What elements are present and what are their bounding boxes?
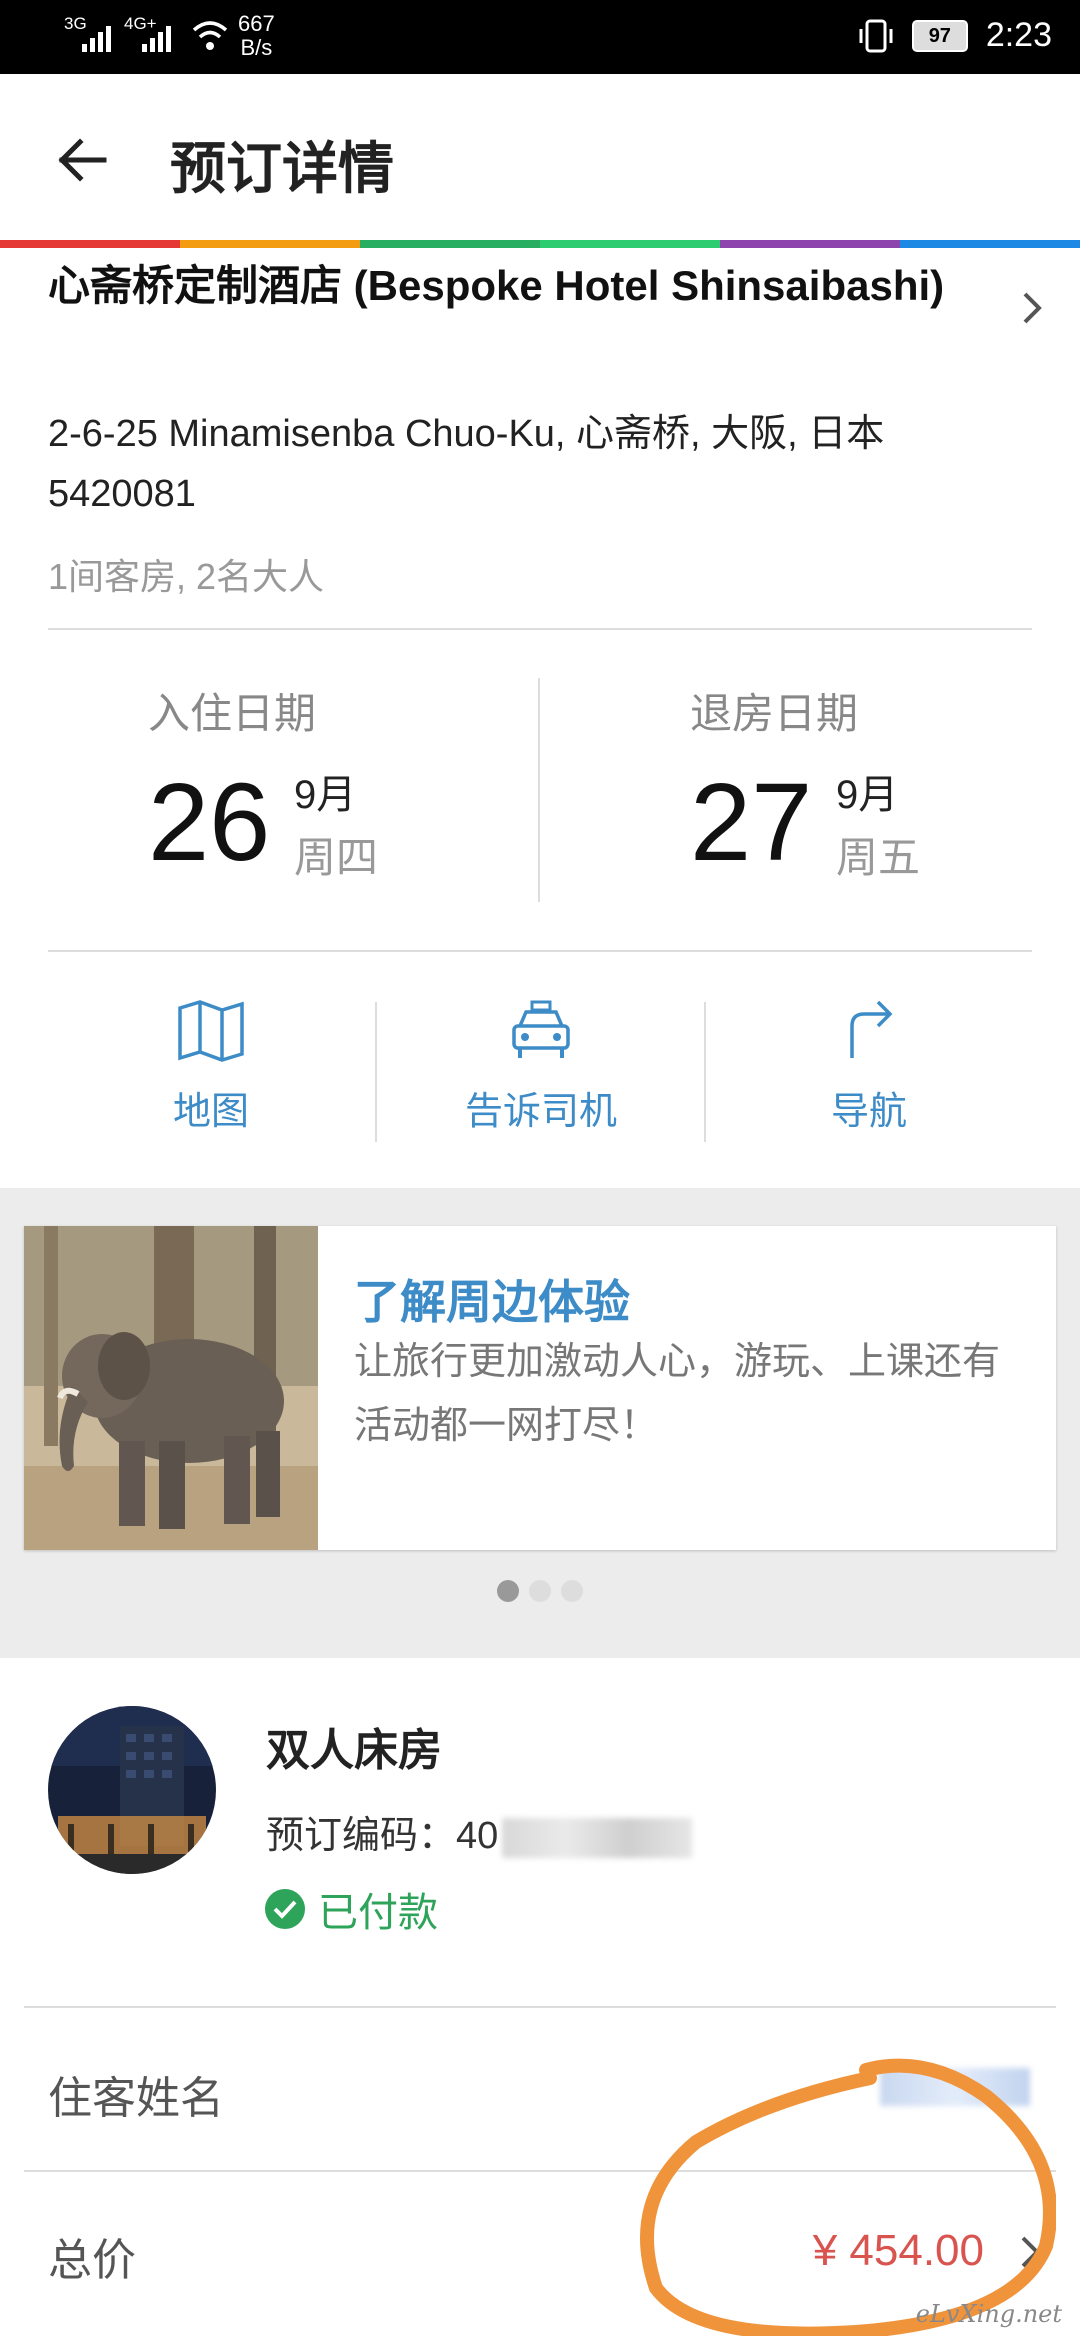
- divider: [24, 2006, 1056, 2008]
- map-icon: [178, 1000, 244, 1062]
- checkin-label: 入住日期: [148, 690, 317, 737]
- check-circle-icon: [265, 1889, 305, 1929]
- navigate-button[interactable]: 导航: [704, 1000, 1034, 1140]
- page-title: 预订详情: [170, 137, 394, 200]
- rooms-guests: 1间客房, 2名大人: [48, 556, 325, 597]
- clock: 2:23: [985, 16, 1052, 54]
- hotel-address: 2-6-25 Minamisenba Chuo-Ku, 心斋桥, 大阪, 日本 …: [48, 413, 885, 515]
- rainbow-divider: [0, 240, 1080, 248]
- carousel-dot[interactable]: [561, 1580, 583, 1602]
- payment-status: 已付款: [264, 1880, 438, 1938]
- divider: [48, 628, 1032, 630]
- checkin-day: 26: [148, 761, 271, 884]
- back-arrow-icon[interactable]: [52, 130, 112, 190]
- annotation-circle: [640, 2058, 1056, 2336]
- elephant-image: [24, 1226, 318, 1550]
- checkout-label: 退房日期: [690, 690, 859, 737]
- guest-name-label: 住客姓名: [48, 2074, 224, 2123]
- taxi-icon: [512, 1000, 570, 1058]
- hotel-thumbnail: [48, 1706, 216, 1874]
- promo-title: 了解周边体验: [354, 1276, 630, 1328]
- checkout-day: 27: [690, 761, 813, 884]
- wifi-icon: [192, 21, 228, 50]
- tell-driver-label: 告诉司机: [464, 1091, 617, 1133]
- navigate-label: 导航: [830, 1091, 907, 1133]
- hotel-name[interactable]: 心斋桥定制酒店 (Bespoke Hotel Shinsaibashi): [48, 250, 948, 322]
- watermark: eLvXing.net: [915, 2300, 1062, 2328]
- checkout-date: 退房日期 27 9月 周五: [690, 680, 1080, 881]
- net-speed: 667 B/s: [238, 11, 275, 60]
- promo-description: 让旅行更加激动人心，游玩、上课还有活动都一网打尽！: [354, 1341, 1001, 1447]
- checkin-month: 9月: [294, 773, 357, 817]
- map-label: 地图: [172, 1091, 249, 1133]
- checkin-date: 入住日期 26 9月 周四: [148, 680, 548, 881]
- total-price-label: 总价: [48, 2236, 136, 2285]
- checkin-weekday: 周四: [294, 834, 379, 881]
- promo-card[interactable]: 了解周边体验 让旅行更加激动人心，游玩、上课还有活动都一网打尽！: [24, 1226, 1056, 1550]
- room-type: 双人床房: [266, 1726, 442, 1775]
- chevron-right-icon[interactable]: [1012, 288, 1052, 328]
- tell-driver-button[interactable]: 告诉司机: [376, 1000, 706, 1140]
- cell-signal-icon-2: [142, 26, 171, 52]
- booking-code: 预订编码：40: [266, 1804, 693, 1859]
- blurred-code: [502, 1817, 693, 1858]
- divider: [48, 950, 1032, 952]
- carousel-dot[interactable]: [529, 1580, 551, 1602]
- app-header: 预订详情: [0, 74, 1080, 244]
- checkout-month: 9月: [836, 773, 899, 817]
- status-bar: 3G 4G+ 667 B/s 97 2:23: [0, 0, 1080, 74]
- date-separator: [538, 678, 540, 902]
- carousel-dot[interactable]: [497, 1580, 519, 1602]
- vibrate-icon: [859, 19, 893, 52]
- map-button[interactable]: 地图: [46, 1000, 376, 1140]
- turn-right-arrow-icon: [850, 1000, 893, 1058]
- cell-signal-icon: [82, 26, 111, 52]
- checkout-weekday: 周五: [836, 834, 921, 881]
- battery-indicator: 97: [911, 19, 968, 52]
- carousel-dots[interactable]: [0, 1580, 1080, 1602]
